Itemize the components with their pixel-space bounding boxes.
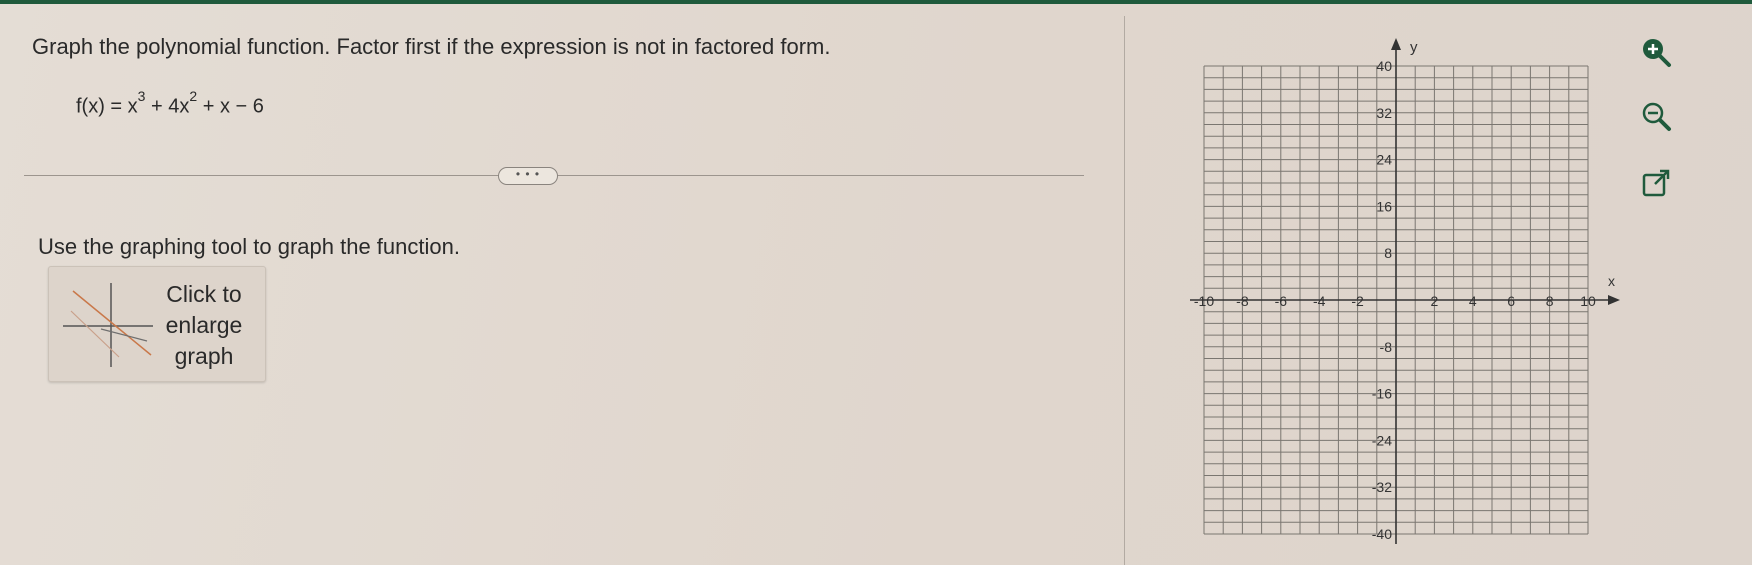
y-tick-label: 32 bbox=[1376, 105, 1392, 121]
x-tick-label: 2 bbox=[1431, 293, 1439, 309]
function-expression: f(x) = x3 + 4x2 + x − 6 bbox=[76, 88, 264, 119]
enlarge-label-line2: enlarge bbox=[165, 312, 243, 338]
zoom-in-button[interactable] bbox=[1638, 34, 1674, 70]
enlarge-label-line1: Click to bbox=[166, 281, 242, 307]
function-middle: + 4x bbox=[145, 95, 190, 118]
panel-separator bbox=[1124, 16, 1125, 565]
graph-tick-labels: xy-10 -8 -6 -4 -2 2 4 6 8 10403224168-8-16-24-32-… bbox=[1194, 39, 1615, 542]
function-exponent-3: 3 bbox=[137, 88, 146, 104]
x-tick-label: 8 bbox=[1546, 293, 1554, 309]
function-prefix: f(x) = x bbox=[76, 95, 138, 118]
x-tick-label: -8 bbox=[1236, 293, 1249, 309]
y-tick-label: 24 bbox=[1376, 152, 1392, 168]
x-tick-label: 10 bbox=[1580, 293, 1596, 309]
x-axis-arrow bbox=[1608, 295, 1620, 305]
popout-icon bbox=[1642, 169, 1670, 197]
x-tick-label: 6 bbox=[1507, 293, 1515, 309]
y-axis-arrow bbox=[1391, 38, 1401, 50]
y-tick-label: -32 bbox=[1372, 479, 1392, 495]
coordinate-graph[interactable]: xy-10 -8 -6 -4 -2 2 4 6 8 10403224168-8-16-24-32-… bbox=[1190, 30, 1620, 550]
y-tick-label: 40 bbox=[1376, 58, 1392, 74]
graph-prompt: Use the graphing tool to graph the funct… bbox=[38, 234, 460, 259]
question-panel: Graph the polynomial function. Factor fi… bbox=[0, 4, 1125, 565]
function-suffix: + x − 6 bbox=[197, 95, 264, 118]
y-tick-label: -40 bbox=[1372, 526, 1392, 542]
y-tick-label: 16 bbox=[1376, 198, 1392, 214]
graph-thumbnail-icon bbox=[63, 283, 153, 367]
function-exponent-2: 2 bbox=[189, 88, 198, 104]
zoom-in-icon bbox=[1643, 39, 1671, 67]
x-tick-label: -10 bbox=[1194, 293, 1214, 309]
x-tick-label: -2 bbox=[1351, 293, 1364, 309]
y-tick-label: -16 bbox=[1372, 386, 1392, 402]
question-instruction: Graph the polynomial function. Factor fi… bbox=[32, 34, 831, 59]
enlarge-label-line3: graph bbox=[174, 343, 234, 369]
graph-axes bbox=[1190, 38, 1620, 544]
enlarge-graph-label: Click to enlarge graph bbox=[154, 279, 254, 372]
y-tick-label: -8 bbox=[1380, 339, 1393, 355]
more-options-button[interactable]: • • • bbox=[498, 167, 558, 185]
x-tick-label: 4 bbox=[1469, 293, 1477, 309]
popout-button[interactable] bbox=[1638, 166, 1674, 202]
x-tick-label: -4 bbox=[1313, 293, 1326, 309]
x-tick-label: -6 bbox=[1275, 293, 1288, 309]
zoom-out-button[interactable] bbox=[1638, 98, 1674, 134]
enlarge-graph-button[interactable]: Click to enlarge graph bbox=[48, 266, 266, 382]
y-axis-label: y bbox=[1410, 39, 1418, 56]
y-tick-label: 8 bbox=[1384, 245, 1392, 261]
x-axis-label: x bbox=[1608, 273, 1615, 289]
y-tick-label: -24 bbox=[1372, 432, 1392, 448]
zoom-out-icon bbox=[1642, 102, 1671, 131]
